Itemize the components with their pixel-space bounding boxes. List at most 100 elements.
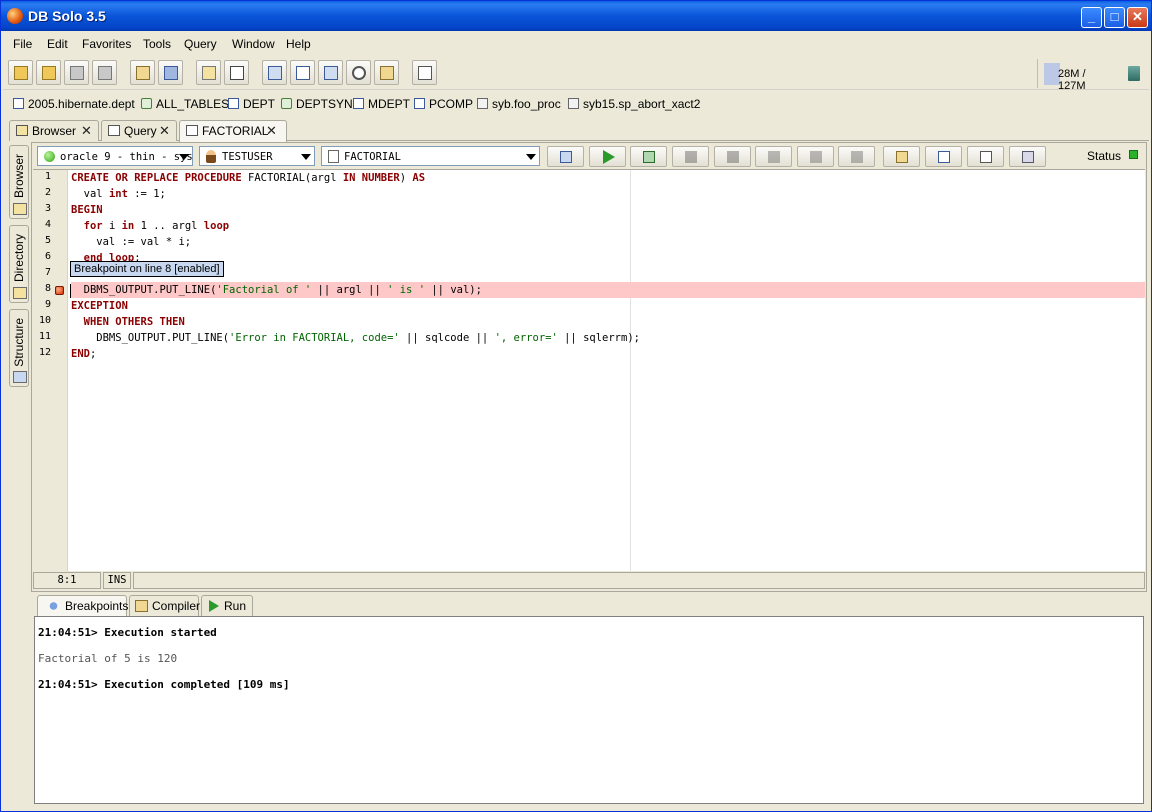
close-button[interactable]: ✕	[1127, 7, 1148, 28]
toggle-breakpoint-button[interactable]	[883, 146, 920, 167]
window-title: DB Solo 3.5	[28, 8, 106, 24]
side-tab-browser[interactable]: Browser	[9, 145, 29, 219]
edit-icon	[980, 151, 992, 163]
breakpoint-icon[interactable]	[55, 286, 64, 295]
code-line[interactable]: CREATE OR REPLACE PROCEDURE FACTORIAL(ar…	[71, 170, 1145, 186]
compare-button[interactable]	[262, 60, 287, 85]
code-editor[interactable]: 1 2 3 4 5 6 7 8 9 10 11 12 CREATE OR REP…	[33, 169, 1145, 571]
tab-close-icon[interactable]: ✕	[266, 123, 277, 139]
tab-run[interactable]: Run	[201, 595, 253, 616]
code-line[interactable]: val int := 1;	[71, 186, 1145, 202]
step-over-icon	[768, 151, 780, 163]
browser-button[interactable]	[196, 60, 221, 85]
code-line[interactable]: end loop;	[71, 250, 1145, 266]
tab-factorial[interactable]: FACTORIAL ✕	[179, 120, 287, 142]
favorite-item[interactable]: DEPT	[228, 97, 275, 111]
open-recent-button[interactable]	[36, 60, 61, 85]
favorite-item[interactable]: MDEPT	[353, 97, 410, 111]
code-token: in	[121, 220, 135, 232]
edit-button[interactable]	[967, 146, 1004, 167]
menu-tools[interactable]: Tools	[143, 37, 171, 51]
minimize-button[interactable]: _	[1081, 7, 1102, 28]
compile-button[interactable]	[547, 146, 584, 167]
connection-select[interactable]: oracle 9 - thin - sys	[37, 146, 193, 166]
code-token: WHEN OTHERS THEN	[83, 316, 185, 328]
debug-button[interactable]	[630, 146, 667, 167]
search-button[interactable]	[346, 60, 371, 85]
code-token: ' is '	[387, 284, 426, 296]
query-button[interactable]	[224, 60, 249, 85]
open-button[interactable]	[8, 60, 33, 85]
code-line[interactable]: DBMS_OUTPUT.PUT_LINE('Factorial of ' || …	[71, 282, 1145, 298]
favorite-item[interactable]: 2005.hibernate.dept	[13, 97, 135, 111]
report-button[interactable]	[374, 60, 399, 85]
save-all-button[interactable]	[92, 60, 117, 85]
run-output[interactable]: 21:04:51> Execution started Factorial of…	[34, 616, 1144, 804]
print-button[interactable]	[1009, 146, 1046, 167]
table-icon	[228, 98, 239, 109]
menu-query[interactable]: Query	[184, 37, 217, 51]
side-tab-structure[interactable]: Structure	[9, 309, 29, 387]
explain-button[interactable]	[290, 60, 315, 85]
title-bar[interactable]: DB Solo 3.5 _ □ ✕	[1, 1, 1151, 31]
code-line[interactable]: DBMS_OUTPUT.PUT_LINE('Error in FACTORIAL…	[71, 330, 1145, 346]
code-line[interactable]	[71, 266, 1145, 282]
connect-button[interactable]	[130, 60, 155, 85]
favorite-item[interactable]: DEPTSYN	[281, 97, 353, 111]
garbage-collect-icon[interactable]	[1128, 66, 1140, 81]
favorite-item[interactable]: syb.foo_proc	[477, 97, 561, 111]
question-icon	[296, 66, 310, 80]
code-line[interactable]: WHEN OTHERS THEN	[71, 314, 1145, 330]
code-token: FACTORIAL(argl	[241, 172, 343, 184]
tab-close-icon[interactable]: ✕	[81, 123, 92, 139]
synonym-icon	[281, 98, 292, 109]
menu-favorites[interactable]: Favorites	[82, 37, 131, 51]
tab-close-icon[interactable]: ✕	[159, 123, 170, 139]
step-into-button[interactable]	[797, 146, 834, 167]
help-button[interactable]	[925, 146, 962, 167]
insert-mode: INS	[103, 572, 131, 589]
menu-file[interactable]: File	[13, 37, 32, 51]
stop-button[interactable]	[672, 146, 709, 167]
tree-icon	[16, 125, 28, 136]
menu-window[interactable]: Window	[232, 37, 275, 51]
cursor-position: 8:1	[33, 572, 101, 589]
options-button[interactable]	[412, 60, 437, 85]
procedure-editor: oracle 9 - thin - sys TESTUSER FACTORIAL…	[31, 142, 1147, 592]
disconnect-button[interactable]	[158, 60, 183, 85]
favorite-item[interactable]: PCOMP	[414, 97, 473, 111]
code-line[interactable]: val := val * i;	[71, 234, 1145, 250]
code-line[interactable]: for i in 1 .. argl loop	[71, 218, 1145, 234]
tab-breakpoints[interactable]: Breakpoints	[37, 595, 128, 616]
favorite-item[interactable]: ALL_TABLES	[141, 97, 229, 111]
code-line[interactable]: END;	[71, 346, 1145, 362]
tree-icon	[202, 66, 216, 80]
resume-button[interactable]	[714, 146, 751, 167]
step-over-button[interactable]	[755, 146, 792, 167]
migrate-button[interactable]	[318, 60, 343, 85]
tab-query[interactable]: Query ✕	[101, 120, 177, 141]
code-line[interactable]: EXCEPTION	[71, 298, 1145, 314]
search-icon	[352, 66, 366, 80]
app-logo-icon	[7, 8, 23, 24]
menu-bar: File Edit Favorites Tools Query Window H…	[3, 32, 1149, 56]
menu-edit[interactable]: Edit	[47, 37, 68, 51]
side-tab-directory[interactable]: Directory	[9, 225, 29, 303]
code-line[interactable]: BEGIN	[71, 202, 1145, 218]
save-button[interactable]	[64, 60, 89, 85]
favorite-item[interactable]: syb15.sp_abort_xact2	[568, 97, 700, 111]
tab-browser[interactable]: Browser ✕	[9, 120, 99, 141]
compare-icon	[268, 66, 282, 80]
schema-select[interactable]: TESTUSER	[199, 146, 315, 166]
status-message	[133, 572, 1145, 589]
print-icon	[1022, 151, 1034, 163]
line-gutter[interactable]: 1 2 3 4 5 6 7 8 9 10 11 12	[33, 170, 68, 571]
maximize-button[interactable]: □	[1104, 7, 1125, 28]
code-token: AS	[412, 172, 426, 184]
menu-help[interactable]: Help	[286, 37, 311, 51]
procedure-select[interactable]: FACTORIAL	[321, 146, 540, 166]
run-button[interactable]	[589, 146, 626, 167]
tab-compiler[interactable]: Compiler	[129, 595, 200, 616]
step-out-button[interactable]	[838, 146, 875, 167]
